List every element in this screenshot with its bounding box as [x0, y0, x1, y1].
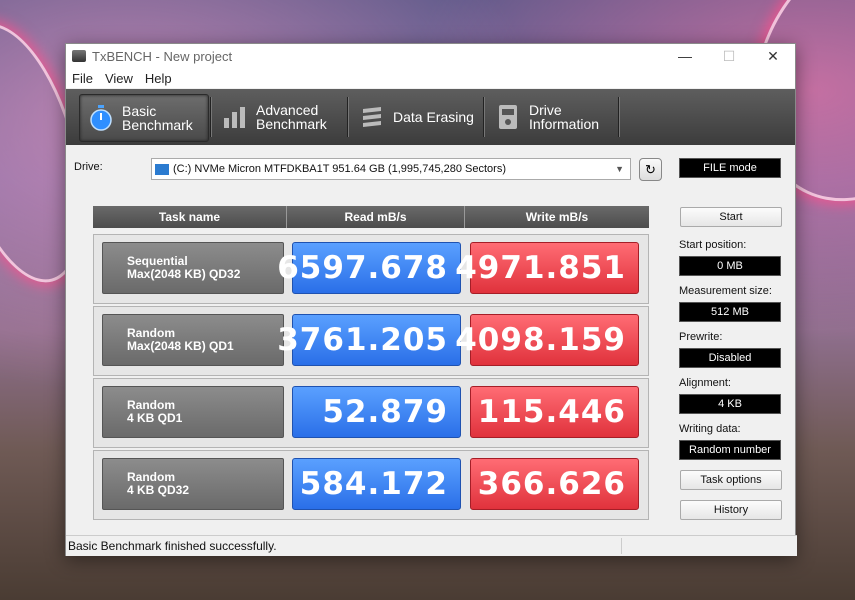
header-task-name: Task name: [93, 206, 287, 228]
header-write: Write mB/s: [525, 210, 589, 224]
menu-help[interactable]: Help: [139, 71, 178, 86]
prewrite-field[interactable]: Disabled: [679, 348, 781, 368]
table-row: Random 4 KB QD1 52.879 115.446: [93, 378, 649, 448]
writing-data-field[interactable]: Random number: [679, 440, 781, 460]
task-button-seq-qd32[interactable]: Sequential Max(2048 KB) QD32: [102, 242, 284, 294]
task-name-line2: 4 KB QD1: [127, 411, 183, 425]
tab-label-line2: Benchmark: [122, 117, 193, 133]
app-icon: [72, 50, 86, 62]
stopwatch-icon: [88, 105, 114, 131]
measurement-size-field[interactable]: 512 MB: [679, 302, 781, 322]
start-position-field[interactable]: 0 MB: [679, 256, 781, 276]
bar-chart-icon: [222, 104, 248, 130]
task-button-rnd-4k-qd1[interactable]: Random 4 KB QD1: [102, 386, 284, 438]
start-position-label: Start position:: [679, 239, 747, 251]
status-bar: Basic Benchmark finished successfully.: [66, 535, 797, 556]
read-value: 52.879: [292, 386, 461, 438]
task-name-line2: Max(2048 KB) QD1: [127, 339, 234, 353]
task-name-line2: Max(2048 KB) QD32: [127, 267, 241, 281]
task-button-rnd-4k-qd32[interactable]: Random 4 KB QD32: [102, 458, 284, 510]
toolbar-separator: [210, 97, 212, 137]
window-title: TxBENCH - New project: [92, 48, 233, 64]
writing-data-label: Writing data:: [679, 423, 741, 435]
start-button[interactable]: Start: [680, 207, 782, 227]
write-value: 4971.851: [455, 242, 639, 294]
tab-basic-benchmark[interactable]: Basic Benchmark: [79, 94, 209, 142]
read-value: 6597.678: [277, 242, 461, 294]
chevron-down-icon: ▼: [615, 164, 624, 174]
header-read: Read mB/s: [287, 206, 465, 228]
maximize-button[interactable]: ☐: [707, 48, 751, 65]
tab-label-line2: Information: [529, 116, 600, 132]
prewrite-label: Prewrite:: [679, 331, 723, 343]
drive-value: (C:) NVMe Micron MTFDKBA1T 951.64 GB (1,…: [173, 163, 506, 175]
task-name-line2: 4 KB QD32: [127, 483, 190, 497]
drive-info-icon: [495, 104, 521, 130]
title-bar: TxBENCH - New project — ☐ ✕: [66, 44, 795, 68]
tab-advanced-benchmark[interactable]: Advanced Benchmark: [214, 94, 342, 140]
refresh-button[interactable]: ↻: [639, 158, 662, 181]
close-button[interactable]: ✕: [751, 48, 795, 65]
tab-drive-information[interactable]: Drive Information: [487, 94, 617, 140]
status-divider: [621, 538, 622, 554]
toolbar-separator: [618, 97, 620, 137]
drive-label: Drive:: [74, 161, 103, 173]
read-value: 584.172: [292, 458, 461, 510]
read-value: 3761.205: [277, 314, 461, 366]
toolbar-separator: [483, 97, 485, 137]
eraser-icon: [359, 104, 385, 130]
table-row: Random Max(2048 KB) QD1 3761.205 4098.15…: [93, 306, 649, 376]
toolbar: Basic Benchmark Advanced Benchmark Data Er…: [66, 89, 795, 145]
table-row: Random 4 KB QD32 584.172 366.626: [93, 450, 649, 520]
minimize-button[interactable]: —: [663, 48, 707, 65]
history-button[interactable]: History: [680, 500, 782, 520]
menu-view[interactable]: View: [99, 71, 139, 86]
table-row: Sequential Max(2048 KB) QD32 6597.678 49…: [93, 234, 649, 304]
measurement-size-label: Measurement size:: [679, 285, 772, 297]
toolbar-separator: [347, 97, 349, 137]
write-value: 4098.159: [455, 314, 639, 366]
drive-select[interactable]: (C:) NVMe Micron MTFDKBA1T 951.64 GB (1,…: [151, 158, 631, 180]
file-mode-button[interactable]: FILE mode: [679, 158, 781, 178]
menu-bar: File View Help: [66, 68, 795, 88]
status-text: Basic Benchmark finished successfully.: [68, 539, 277, 553]
refresh-icon: ↻: [645, 161, 656, 177]
task-options-button[interactable]: Task options: [680, 470, 782, 490]
app-window: TxBENCH - New project — ☐ ✕ File View He…: [65, 43, 797, 556]
menu-file[interactable]: File: [66, 71, 99, 86]
alignment-field[interactable]: 4 KB: [679, 394, 781, 414]
alignment-label: Alignment:: [679, 377, 731, 389]
write-value: 115.446: [470, 386, 639, 438]
write-value: 366.626: [470, 458, 639, 510]
results-table-header: Task name Read mB/s Write mB/s: [93, 206, 649, 228]
task-button-rnd-max-qd1[interactable]: Random Max(2048 KB) QD1: [102, 314, 284, 366]
tab-label-line1: Data Erasing: [393, 109, 474, 125]
tab-data-erasing[interactable]: Data Erasing: [351, 94, 481, 140]
drive-icon: [155, 163, 169, 175]
tab-label-line2: Benchmark: [256, 116, 327, 132]
